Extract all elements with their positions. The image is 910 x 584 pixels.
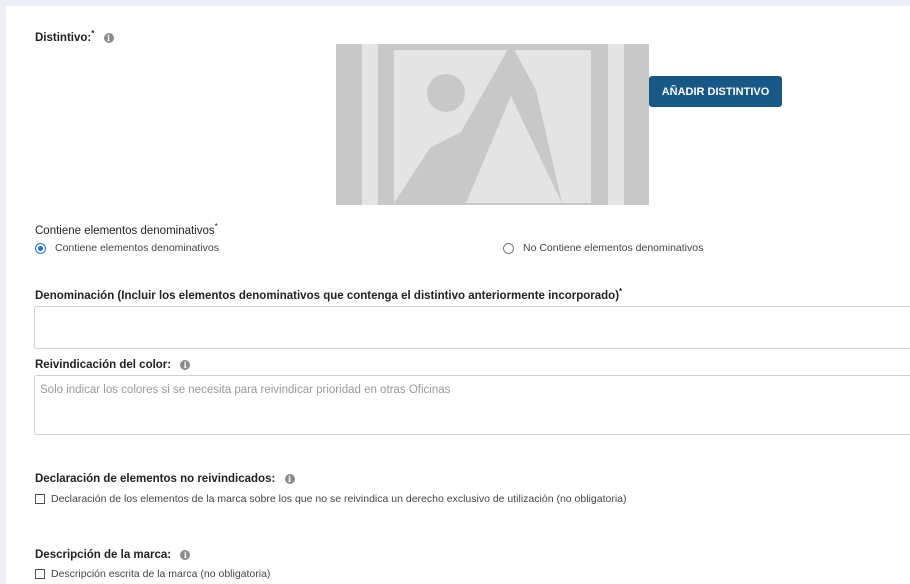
denominacion-input[interactable] (34, 306, 910, 349)
info-icon[interactable]: i (103, 32, 114, 43)
denominativos-label: Contiene elementos denominativos* (35, 222, 218, 237)
radio-button-contiene[interactable] (35, 242, 46, 254)
info-icon[interactable]: i (180, 359, 191, 370)
no-reivindicados-checkbox[interactable] (35, 494, 45, 504)
radio-option-contiene[interactable]: Contiene elementos denominativos (35, 242, 219, 254)
no-reivindicados-option[interactable]: Declaración de los elementos de la marca… (35, 493, 627, 505)
info-icon[interactable]: i (284, 473, 295, 484)
info-icon[interactable]: i (180, 549, 191, 560)
distintivo-label: Distintivo:* i (35, 29, 114, 44)
image-placeholder-icon (336, 44, 649, 205)
descripcion-checkbox[interactable] (35, 569, 45, 579)
denominacion-label: Denominación (Incluir los elementos deno… (35, 287, 623, 302)
descripcion-option[interactable]: Descripción escrita de la marca (no obli… (35, 568, 270, 580)
color-textarea[interactable] (34, 375, 910, 435)
color-label: Reivindicación del color: i (35, 359, 191, 371)
radio-button-no-contiene[interactable] (503, 242, 514, 254)
form-panel: Distintivo:* i AÑADIR DISTINTIVO Contien… (6, 6, 910, 584)
no-reivindicados-label: Declaración de elementos no reivindicado… (35, 473, 295, 485)
add-distintivo-button[interactable]: AÑADIR DISTINTIVO (649, 76, 782, 107)
radio-option-no-contiene[interactable]: No Contiene elementos denominativos (503, 242, 703, 254)
descripcion-label: Descripción de la marca: i (35, 549, 191, 561)
